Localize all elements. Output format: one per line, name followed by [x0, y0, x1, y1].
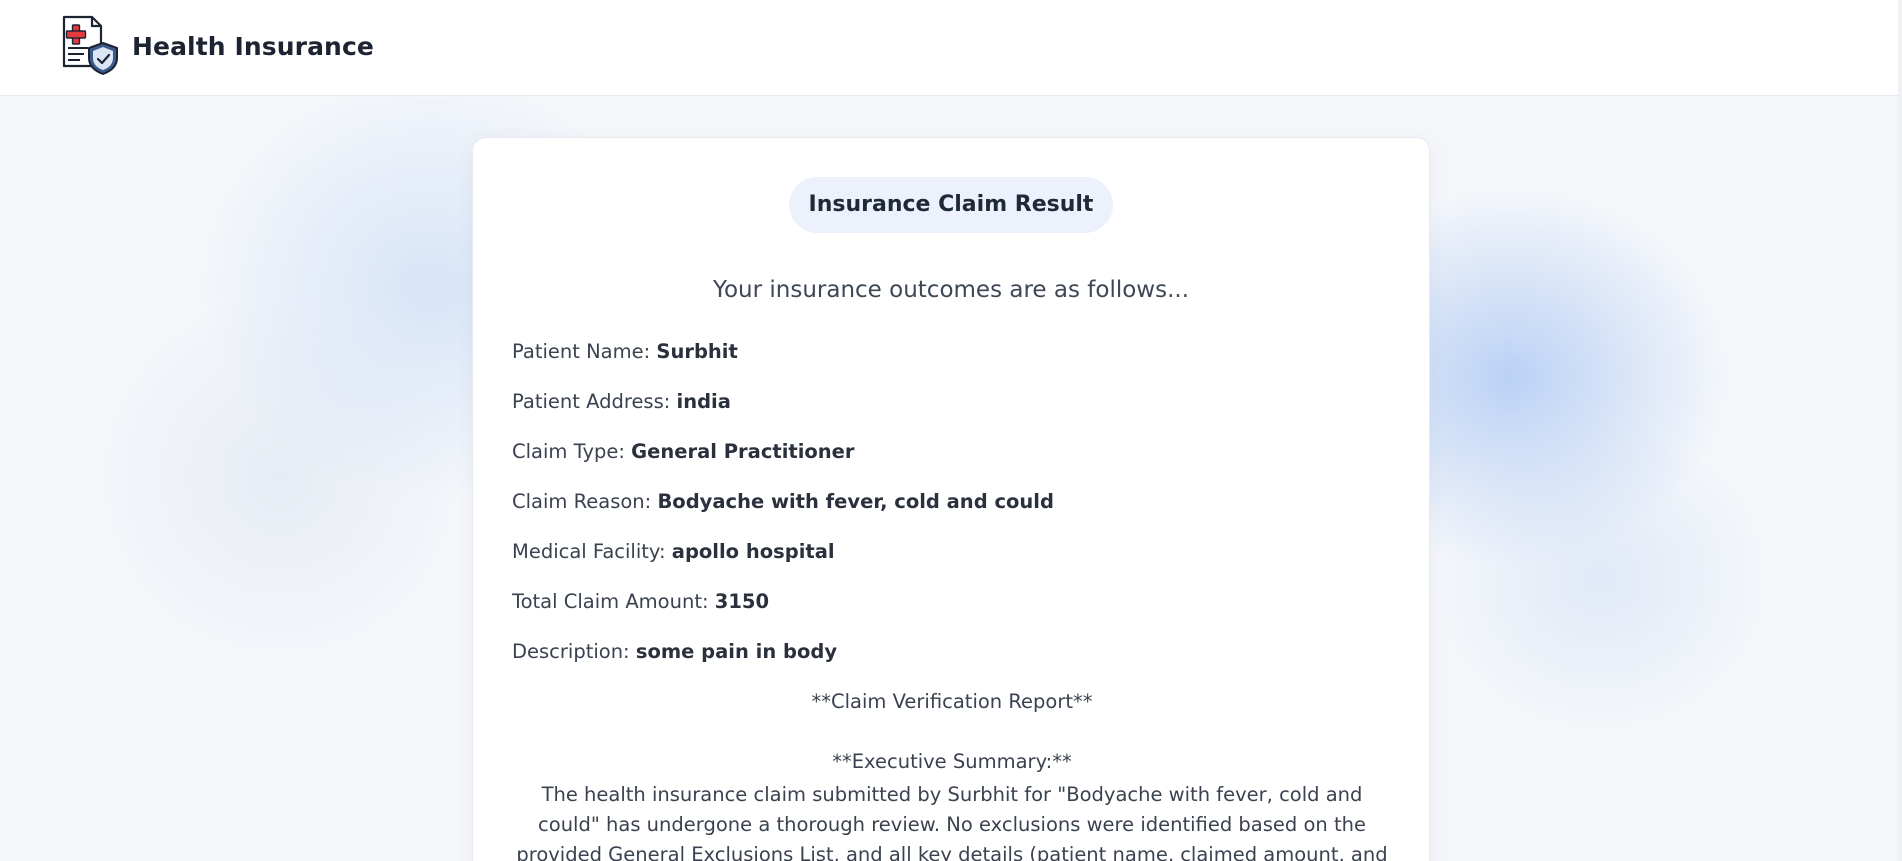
- card-header: Insurance Claim Result: [473, 177, 1429, 233]
- field-value: apollo hospital: [671, 540, 835, 563]
- field-value: 3150: [714, 590, 770, 613]
- field-value: Surbhit: [656, 340, 738, 363]
- top-navigation-bar: Health Insurance: [0, 0, 1902, 96]
- claim-details-list: Patient Name: Surbhit Patient Address: i…: [512, 340, 1054, 690]
- insurance-document-shield-icon: [62, 15, 118, 75]
- field-claim-type: Claim Type: General Practitioner: [512, 440, 1054, 490]
- field-label: Description:: [512, 640, 630, 663]
- brand[interactable]: Health Insurance: [58, 14, 374, 78]
- field-label: Claim Type:: [512, 440, 625, 463]
- field-patient-name: Patient Name: Surbhit: [512, 340, 1054, 390]
- field-claim-reason: Claim Reason: Bodyache with fever, cold …: [512, 490, 1054, 540]
- page-scrollbar[interactable]: [1898, 0, 1902, 861]
- field-value: some pain in body: [635, 640, 838, 663]
- field-value: india: [676, 390, 731, 413]
- outcome-subtitle: Your insurance outcomes are as follows..…: [712, 277, 1190, 303]
- app-title: Health Insurance: [132, 31, 374, 61]
- field-value: General Practitioner: [631, 440, 855, 463]
- executive-summary-label: **Executive Summary:**: [832, 750, 1072, 773]
- field-patient-address: Patient Address: india: [512, 390, 1054, 440]
- field-label: Medical Facility:: [512, 540, 666, 563]
- field-label: Patient Name:: [512, 340, 651, 363]
- field-value: Bodyache with fever, cold and could: [657, 490, 1054, 513]
- claim-result-badge: Insurance Claim Result: [788, 177, 1114, 233]
- field-label: Claim Reason:: [512, 490, 652, 513]
- executive-summary-text: The health insurance claim submitted by …: [516, 783, 1388, 861]
- claim-result-card: Insurance Claim Result Your insurance ou…: [472, 137, 1430, 861]
- field-total-claim-amount: Total Claim Amount: 3150: [512, 590, 1054, 640]
- field-label: Total Claim Amount:: [512, 590, 709, 613]
- field-medical-facility: Medical Facility: apollo hospital: [512, 540, 1054, 590]
- field-description: Description: some pain in body: [512, 640, 1054, 690]
- verification-report-title: **Claim Verification Report**: [811, 690, 1093, 713]
- field-label: Patient Address:: [512, 390, 671, 413]
